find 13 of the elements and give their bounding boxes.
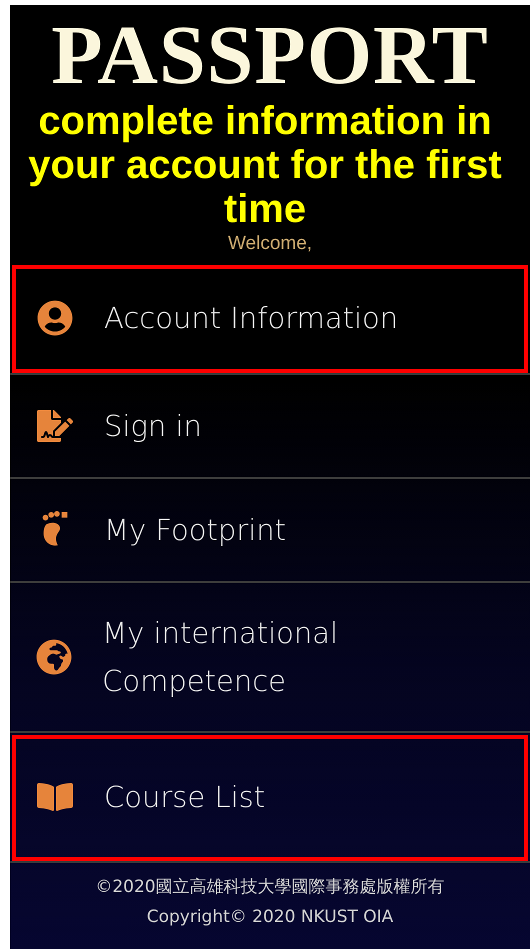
menu-item[interactable]: My Footprint bbox=[10, 479, 530, 583]
menu-item[interactable]: Course List bbox=[10, 733, 530, 863]
globe-icon bbox=[36, 639, 72, 675]
app-title: PASSPORT bbox=[51, 13, 489, 99]
welcome-text: Welcome, bbox=[228, 233, 312, 255]
menu-item[interactable]: Sign in bbox=[10, 375, 530, 479]
user-icon bbox=[37, 300, 73, 336]
menu-item[interactable]: Account Information bbox=[10, 263, 530, 375]
copyright-text: ©2020國立高雄科技大學國際事務處版權所有 bbox=[95, 876, 445, 899]
document-pen-icon bbox=[37, 408, 73, 444]
annotation-caption: complete information in your account for the first time bbox=[27, 99, 503, 231]
menu-item[interactable]: My international Competence bbox=[10, 583, 530, 733]
copyright-text: Copyright© 2020 NKUST OIA bbox=[146, 906, 394, 929]
